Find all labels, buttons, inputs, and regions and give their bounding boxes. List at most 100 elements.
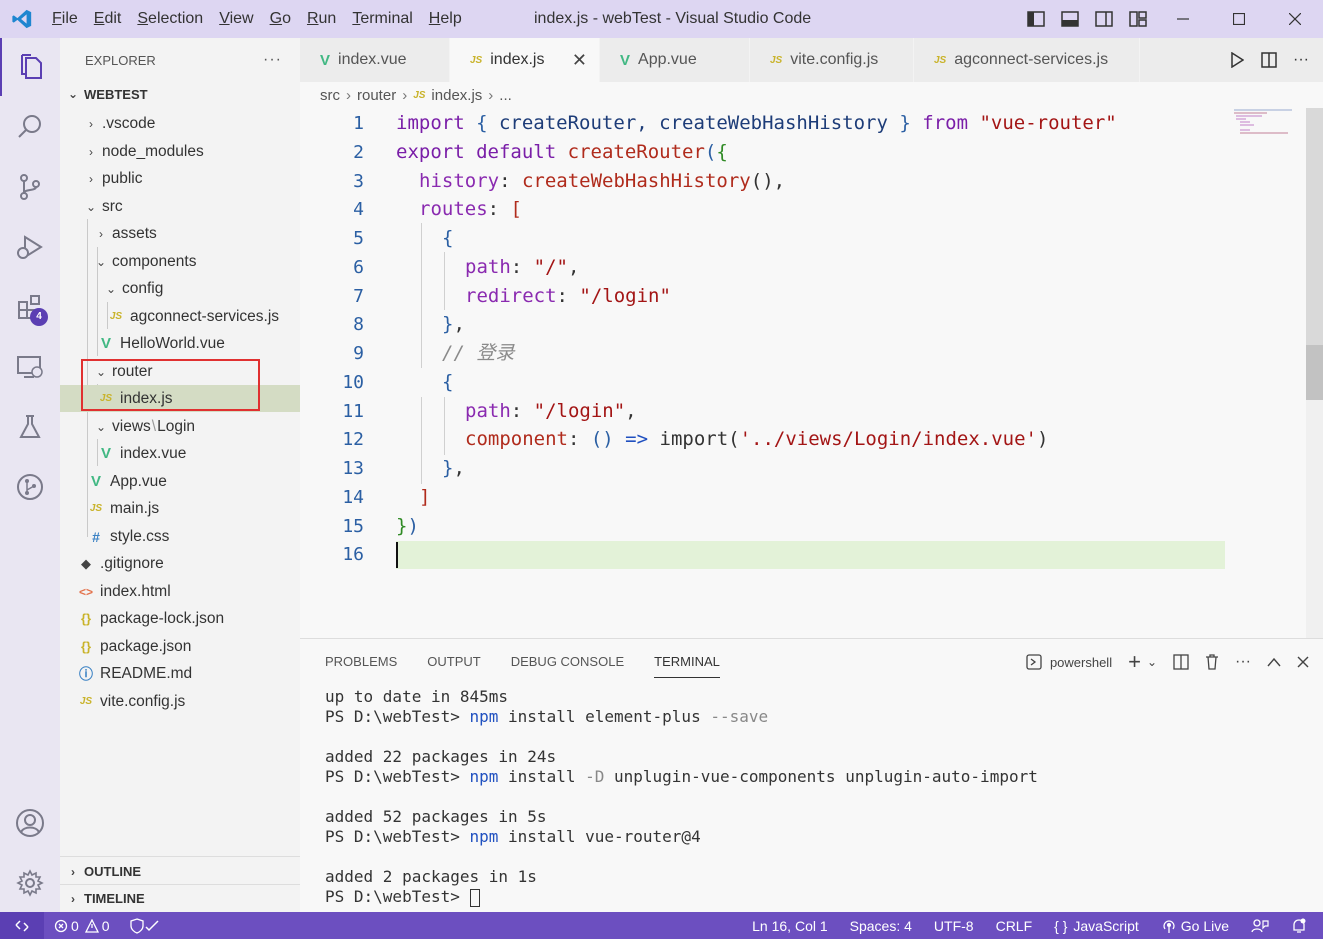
- trash-icon[interactable]: [1205, 654, 1219, 670]
- tab-terminal[interactable]: TERMINAL: [654, 639, 720, 685]
- cursor-position[interactable]: Ln 16, Col 1: [752, 918, 828, 934]
- tab-agconnect-services[interactable]: JS agconnect-services.js: [914, 38, 1140, 82]
- tree-file-agconnect-services[interactable]: JS agconnect-services.js: [60, 303, 300, 330]
- menu-terminal[interactable]: Terminal: [344, 0, 420, 38]
- notifications-bell-icon[interactable]: [1291, 918, 1307, 934]
- go-live-button[interactable]: Go Live: [1161, 918, 1229, 934]
- tab-index-js[interactable]: JS index.js ✕: [450, 38, 600, 82]
- breadcrumb-symbol[interactable]: ...: [499, 87, 512, 104]
- tree-file-style-css[interactable]: # style.css: [60, 523, 300, 550]
- more-actions-icon[interactable]: ···: [1285, 51, 1317, 69]
- maximize-panel-icon[interactable]: [1267, 657, 1281, 667]
- breadcrumb-router[interactable]: router: [357, 87, 396, 104]
- chevron-down-icon: ⌄: [105, 281, 117, 296]
- code-line: 16: [342, 544, 364, 565]
- language-mode[interactable]: { } JavaScript: [1054, 918, 1139, 934]
- tree-folder-config[interactable]: ⌄ config: [60, 275, 300, 302]
- code-editor[interactable]: 1 import { createRouter, createWebHashHis…: [300, 108, 1323, 638]
- outline-section[interactable]: › OUTLINE: [60, 858, 300, 885]
- tab-vite-config[interactable]: JS vite.config.js: [750, 38, 914, 82]
- search-icon[interactable]: [0, 98, 60, 156]
- source-control-icon[interactable]: [0, 158, 60, 216]
- tab-problems[interactable]: PROBLEMS: [325, 639, 397, 685]
- tree-folder-assets[interactable]: › assets: [60, 220, 300, 247]
- breadcrumb-file[interactable]: index.js: [431, 87, 482, 104]
- tree-folder-views-login[interactable]: ⌄ views \ Login: [60, 413, 300, 440]
- chevron-right-icon: ›: [71, 891, 75, 906]
- remote-indicator-icon[interactable]: [0, 912, 44, 939]
- code-line: 14]: [342, 486, 431, 508]
- tab-app-vue[interactable]: V App.vue: [600, 38, 750, 82]
- menu-run[interactable]: Run: [299, 0, 344, 38]
- tree-label: .vscode: [102, 114, 156, 132]
- chevron-down-icon[interactable]: ⌄: [1147, 655, 1157, 669]
- tab-debug-console[interactable]: DEBUG CONSOLE: [511, 639, 624, 685]
- split-editor-icon[interactable]: [1253, 52, 1285, 68]
- tree-folder-node-modules[interactable]: › node_modules: [60, 138, 300, 165]
- scrollbar-thumb[interactable]: [1306, 345, 1323, 400]
- indentation[interactable]: Spaces: 4: [850, 918, 912, 934]
- terminal-line: added 2 packages in 1s: [325, 867, 537, 886]
- new-terminal-icon[interactable]: +: [1128, 649, 1141, 675]
- settings-gear-icon[interactable]: [0, 854, 60, 912]
- tree-label: package-lock.json: [100, 609, 225, 627]
- close-tab-icon[interactable]: ✕: [572, 50, 587, 71]
- more-actions-icon[interactable]: ···: [1235, 653, 1251, 671]
- tree-file-main-js[interactable]: JS main.js: [60, 495, 300, 522]
- tree-label: App.vue: [110, 472, 167, 490]
- breadcrumb-src[interactable]: src: [320, 87, 340, 104]
- terminal-shell-selector[interactable]: powershell: [1026, 654, 1112, 670]
- minimap[interactable]: [1232, 108, 1302, 138]
- tree-label: node_modules: [102, 142, 204, 160]
- timeline-section[interactable]: › TIMELINE: [60, 885, 300, 912]
- run-debug-icon[interactable]: [0, 218, 60, 276]
- split-terminal-icon[interactable]: [1173, 654, 1189, 670]
- error-icon: [54, 919, 68, 932]
- testing-icon[interactable]: [0, 398, 60, 456]
- problems-status[interactable]: 0 0: [54, 918, 110, 934]
- encoding[interactable]: UTF-8: [934, 918, 974, 934]
- tree-file-package-lock[interactable]: {} package-lock.json: [60, 605, 300, 632]
- toggle-secondary-sidebar-icon[interactable]: [1094, 10, 1114, 28]
- remote-explorer-icon[interactable]: [0, 338, 60, 396]
- customize-layout-icon[interactable]: [1128, 10, 1148, 28]
- tree-file-readme[interactable]: ⓘ README.md: [60, 660, 300, 687]
- tab-index-vue[interactable]: Vindex.vue: [300, 38, 450, 82]
- tree-folder-public[interactable]: › public: [60, 165, 300, 192]
- explorer-icon[interactable]: [0, 38, 60, 96]
- feedback-icon[interactable]: [1251, 918, 1269, 934]
- tree-folder-vscode[interactable]: › .vscode: [60, 110, 300, 137]
- tree-label: vite.config.js: [100, 692, 186, 710]
- tree-folder-src[interactable]: ⌄ src: [60, 193, 300, 220]
- run-file-icon[interactable]: [1221, 52, 1253, 68]
- git-graph-icon[interactable]: [0, 458, 60, 516]
- toggle-panel-icon[interactable]: [1060, 10, 1080, 28]
- tree-file-index-html[interactable]: <> index.html: [60, 578, 300, 605]
- tree-file-gitignore[interactable]: ◆ .gitignore: [60, 550, 300, 577]
- tree-file-package-json[interactable]: {} package.json: [60, 633, 300, 660]
- tab-output[interactable]: OUTPUT: [427, 639, 480, 685]
- accounts-icon[interactable]: [0, 794, 60, 852]
- editor-tab-bar: Vindex.vue JS index.js ✕ V App.vue JS vite.c…: [300, 38, 1323, 82]
- tree-file-login-index-vue[interactable]: Vindex.vue: [60, 440, 300, 467]
- go-live-label: Go Live: [1180, 917, 1229, 934]
- chevron-right-icon: ›: [346, 86, 351, 104]
- menu-help[interactable]: Help: [421, 0, 470, 38]
- terminal-output[interactable]: up to date in 845ms PS D:\webTest> npm i…: [325, 687, 1038, 907]
- bottom-panel: PROBLEMS OUTPUT DEBUG CONSOLE TERMINAL p…: [300, 638, 1323, 912]
- tree-file-app-vue[interactable]: V App.vue: [60, 468, 300, 495]
- extensions-icon[interactable]: 4: [0, 278, 60, 336]
- shield-check-icon[interactable]: [129, 917, 160, 934]
- tree-label: README.md: [100, 664, 193, 682]
- toggle-sidebar-icon[interactable]: [1026, 10, 1046, 28]
- maximize-button[interactable]: [1211, 0, 1267, 38]
- close-panel-icon[interactable]: [1297, 656, 1309, 668]
- line-ending[interactable]: CRLF: [996, 918, 1033, 934]
- tree-file-helloworld[interactable]: V HelloWorld.vue: [60, 330, 300, 357]
- tree-file-vite-config[interactable]: JS vite.config.js: [60, 688, 300, 715]
- activity-bar: 4: [0, 38, 60, 912]
- tree-folder-components[interactable]: ⌄ components: [60, 248, 300, 275]
- info-icon: ⓘ: [79, 665, 93, 682]
- close-window-button[interactable]: [1267, 0, 1323, 38]
- minimize-button[interactable]: [1155, 0, 1211, 38]
